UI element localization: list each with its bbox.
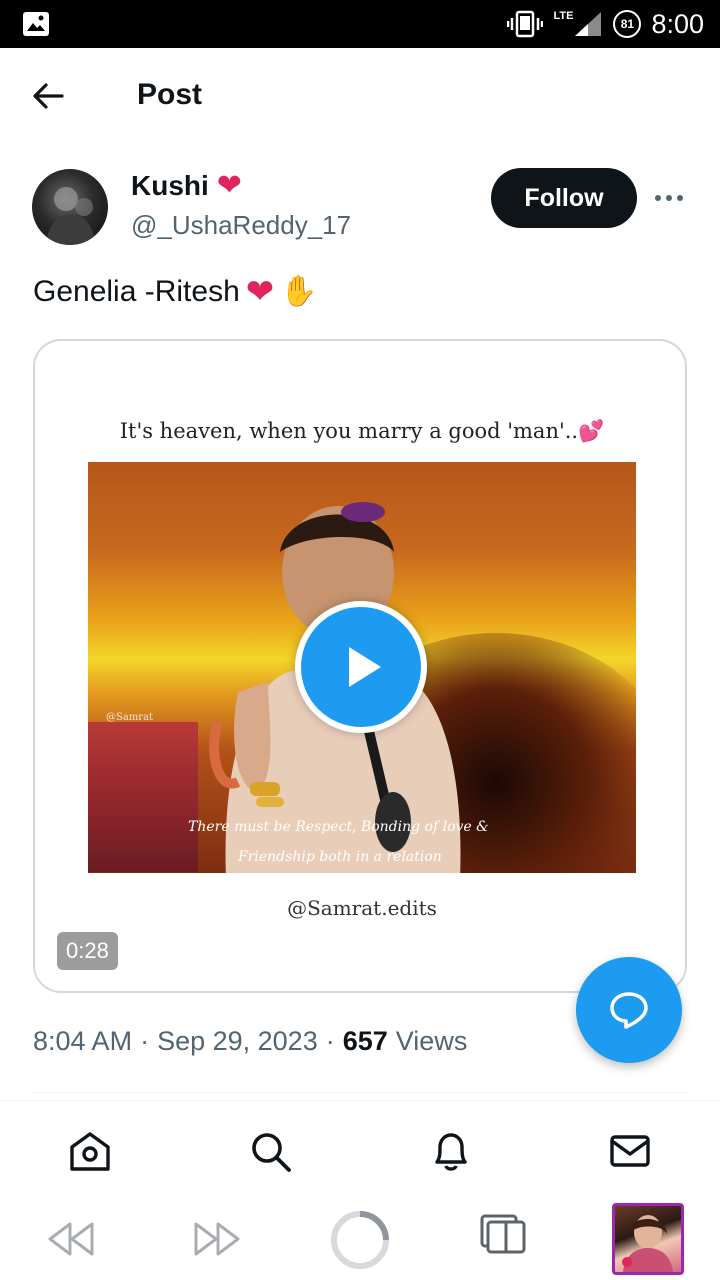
hearts-icon: 💕 — [578, 419, 605, 443]
video-caption-text: It's heaven, when you marry a good 'man'… — [119, 419, 579, 443]
red-heart-icon: ❤ — [216, 169, 242, 202]
video-subtitle-line: Friendship both in a relation — [238, 849, 442, 865]
separator-dot: · — [325, 1026, 335, 1056]
fast-forward-icon[interactable] — [192, 1220, 242, 1258]
clock: 8:00 — [651, 8, 704, 39]
rewind-icon[interactable] — [46, 1220, 96, 1258]
author-name-text: Kushi — [131, 170, 209, 201]
system-toolbar — [0, 1198, 720, 1280]
profile-thumbnail-image — [622, 1215, 673, 1272]
video-watermark: @Samrat — [106, 712, 154, 723]
signal-icon — [575, 12, 602, 36]
home-icon[interactable] — [68, 1129, 112, 1173]
post-date: Sep 29, 2023 — [157, 1026, 318, 1056]
video-credit: @Samrat.edits — [287, 896, 437, 920]
more-horizontal-icon[interactable] — [652, 186, 686, 210]
video-subtitle: There must be Respect, Bonding of love &… — [188, 812, 528, 872]
network-type: LTE — [553, 10, 574, 22]
author-handle[interactable]: @_UshaReddy_17 — [131, 210, 351, 241]
play-button[interactable] — [295, 601, 427, 733]
red-heart-icon: ❤ — [245, 272, 275, 311]
reply-bubble-icon — [610, 992, 648, 1029]
views-count: 657 — [342, 1026, 388, 1056]
views-label: Views — [395, 1026, 468, 1056]
page-title: Post — [137, 78, 203, 111]
finger-heart-icon: ✋ — [280, 275, 318, 308]
video-subtitle-line: There must be Respect, Bonding of love & — [188, 819, 489, 835]
vibrate-icon — [507, 10, 544, 38]
tabs-icon[interactable] — [480, 1214, 528, 1256]
divider — [33, 1092, 687, 1093]
post-time: 8:04 AM — [33, 1026, 133, 1056]
reply-fab[interactable] — [576, 957, 682, 1063]
search-icon[interactable] — [248, 1129, 292, 1173]
thumbnail-stage — [88, 722, 198, 872]
avatar[interactable] — [32, 169, 108, 245]
follow-button[interactable]: Follow — [491, 168, 637, 228]
post-meta: 8:04 AM · Sep 29, 2023 · 657 Views — [33, 1026, 467, 1057]
post-header: Post — [0, 48, 720, 146]
image-notification-icon — [23, 12, 49, 36]
profile-thumbnail[interactable] — [612, 1203, 684, 1275]
arrow-left-icon[interactable] — [30, 80, 66, 112]
status-bar: LTE 81 8:00 — [0, 0, 720, 48]
post-text: Genelia -Ritesh ❤ ✋ — [33, 274, 318, 309]
post-text-content: Genelia -Ritesh — [33, 274, 240, 308]
mail-icon[interactable] — [608, 1129, 652, 1173]
video-card[interactable]: It's heaven, when you marry a good 'man'… — [33, 339, 687, 993]
avatar-image — [46, 187, 96, 245]
video-duration: 0:28 — [57, 932, 118, 970]
bell-icon[interactable] — [429, 1129, 473, 1173]
bottom-navigation — [0, 1100, 720, 1198]
battery-indicator: 81 — [613, 10, 642, 38]
separator-dot: · — [140, 1026, 150, 1056]
video-caption: It's heaven, when you marry a good 'man'… — [35, 419, 685, 444]
author-name[interactable]: Kushi ❤ — [131, 170, 242, 202]
play-icon — [349, 647, 381, 687]
loading-ring-icon[interactable] — [329, 1209, 391, 1271]
